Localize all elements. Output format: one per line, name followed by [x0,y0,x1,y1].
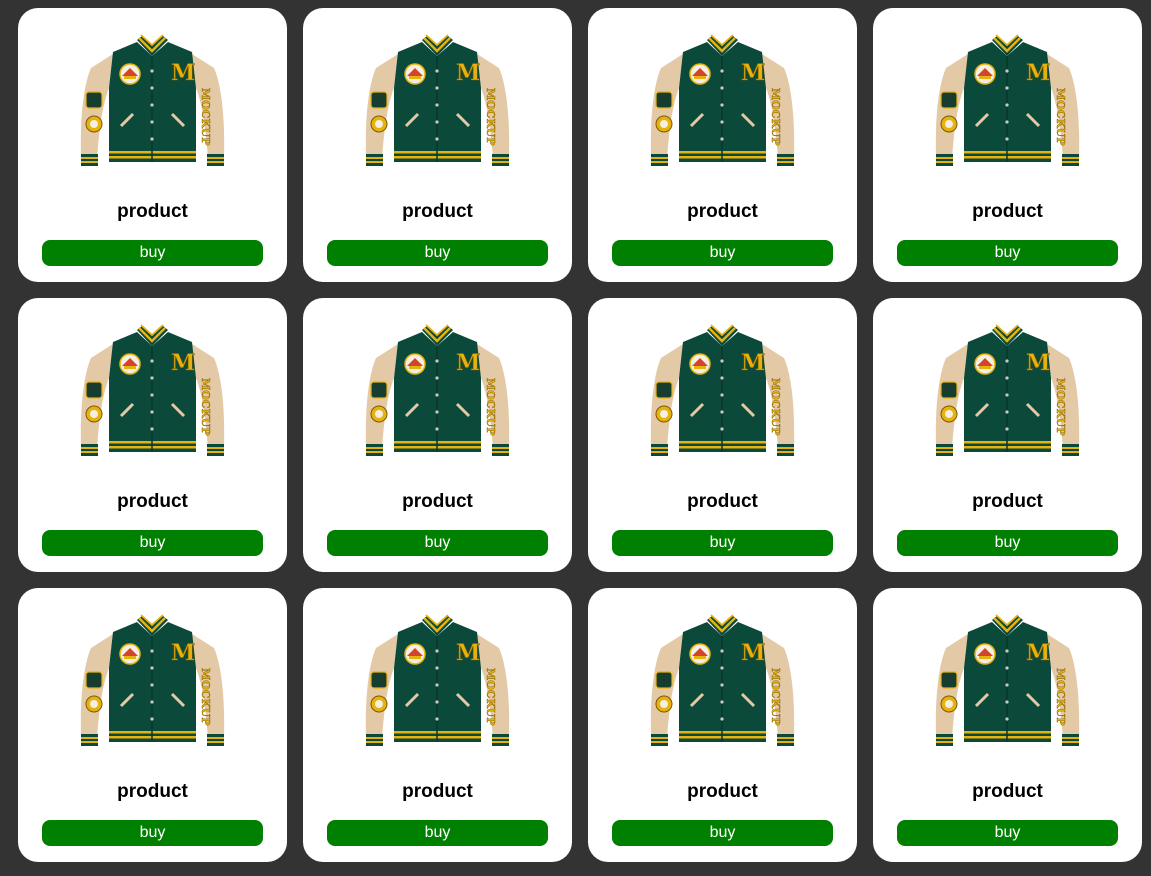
buy-button[interactable]: buy [42,240,263,266]
varsity-jacket-image: M MOCKUP [365,614,510,746]
svg-text:M: M [741,60,765,86]
buy-button[interactable]: buy [327,240,548,266]
product-image: M MOCKUP [645,26,800,176]
product-image: M MOCKUP [360,316,515,466]
product-image: M MOCKUP [75,26,230,176]
product-name: product [402,201,473,222]
product-name: product [117,491,188,512]
product-image: M MOCKUP [75,316,230,466]
buy-button[interactable]: buy [612,240,833,266]
svg-text:M: M [456,640,480,666]
svg-text:MOCKUP: MOCKUP [199,668,212,726]
product-card: M MOCKUP product buy [303,298,572,572]
product-name: product [402,781,473,802]
product-card: M MOCKUP product buy [873,8,1142,282]
product-image: M MOCKUP [645,316,800,466]
varsity-jacket-image: M MOCKUP [650,34,795,166]
svg-text:M: M [171,640,195,666]
svg-text:MOCKUP: MOCKUP [199,88,212,146]
product-card: M MOCKUP product buy [873,588,1142,862]
product-image: M MOCKUP [930,316,1085,466]
product-name: product [687,781,758,802]
product-image: M MOCKUP [930,606,1085,756]
product-image: M MOCKUP [645,606,800,756]
svg-text:MOCKUP: MOCKUP [1054,378,1067,436]
varsity-jacket-image: M MOCKUP [935,324,1080,456]
svg-text:MOCKUP: MOCKUP [484,88,497,146]
svg-text:M: M [456,350,480,376]
product-image: M MOCKUP [360,606,515,756]
product-name: product [117,201,188,222]
varsity-jacket-image: M MOCKUP [650,614,795,746]
product-card: M MOCKUP product buy [18,298,287,572]
product-card: M MOCKUP product buy [18,8,287,282]
buy-button[interactable]: buy [612,530,833,556]
product-card: M MOCKUP product buy [588,588,857,862]
buy-button[interactable]: buy [897,530,1118,556]
product-image: M MOCKUP [930,26,1085,176]
svg-text:MOCKUP: MOCKUP [199,378,212,436]
product-image: M MOCKUP [75,606,230,756]
varsity-jacket-image: M MOCKUP [80,324,225,456]
product-name: product [687,491,758,512]
svg-text:M: M [1026,60,1050,86]
product-image: M MOCKUP [360,26,515,176]
varsity-jacket-image: M MOCKUP [80,34,225,166]
product-name: product [402,491,473,512]
varsity-jacket-image: M MOCKUP [365,34,510,166]
buy-button[interactable]: buy [327,530,548,556]
product-card: M MOCKUP product buy [18,588,287,862]
buy-button[interactable]: buy [897,820,1118,846]
svg-text:MOCKUP: MOCKUP [484,378,497,436]
varsity-jacket-image: M MOCKUP [80,614,225,746]
product-card: M MOCKUP product buy [588,298,857,572]
svg-text:M: M [741,640,765,666]
svg-text:M: M [171,350,195,376]
buy-button[interactable]: buy [327,820,548,846]
varsity-jacket-image: M MOCKUP [365,324,510,456]
varsity-jacket-image: M MOCKUP [935,614,1080,746]
svg-text:M: M [1026,640,1050,666]
svg-text:M: M [171,60,195,86]
product-card: M MOCKUP product buy [303,588,572,862]
svg-text:M: M [741,350,765,376]
buy-button[interactable]: buy [897,240,1118,266]
product-name: product [972,201,1043,222]
svg-text:MOCKUP: MOCKUP [769,378,782,436]
product-name: product [117,781,188,802]
buy-button[interactable]: buy [42,530,263,556]
svg-text:MOCKUP: MOCKUP [1054,668,1067,726]
product-name: product [972,781,1043,802]
product-card: M MOCKUP product buy [873,298,1142,572]
buy-button[interactable]: buy [42,820,263,846]
product-grid: M MOCKUP product buy M MOCKUP product buy … [0,0,1151,876]
product-name: product [972,491,1043,512]
varsity-jacket-image: M MOCKUP [935,34,1080,166]
svg-text:MOCKUP: MOCKUP [769,88,782,146]
varsity-jacket-image: M MOCKUP [650,324,795,456]
svg-text:M: M [456,60,480,86]
product-name: product [687,201,758,222]
product-card: M MOCKUP product buy [303,8,572,282]
product-card: M MOCKUP product buy [588,8,857,282]
buy-button[interactable]: buy [612,820,833,846]
svg-text:M: M [1026,350,1050,376]
svg-text:MOCKUP: MOCKUP [484,668,497,726]
svg-text:MOCKUP: MOCKUP [1054,88,1067,146]
svg-text:MOCKUP: MOCKUP [769,668,782,726]
